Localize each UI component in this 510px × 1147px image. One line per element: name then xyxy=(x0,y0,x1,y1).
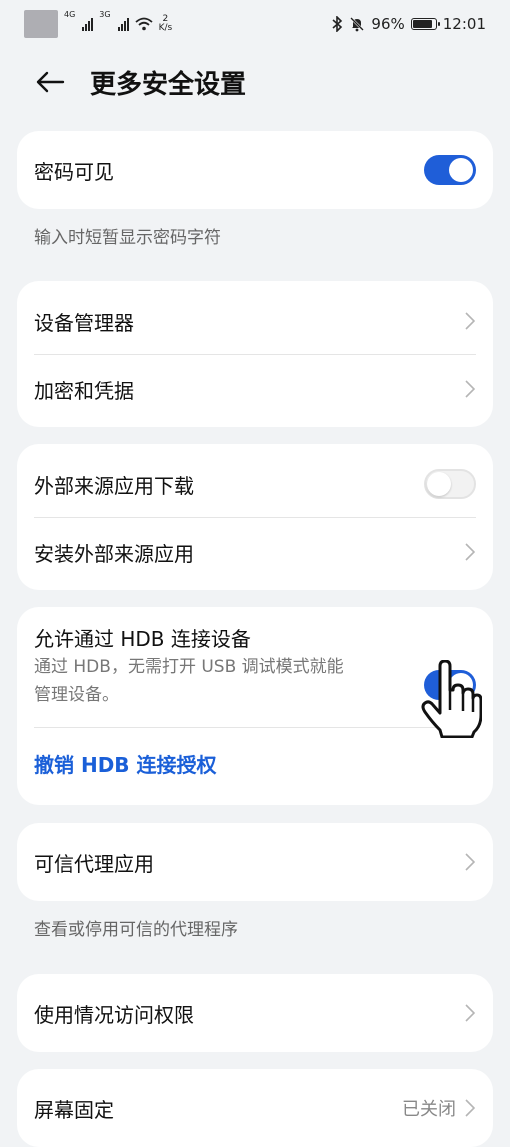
chevron-right-icon xyxy=(464,1098,476,1118)
chevron-right-icon xyxy=(464,379,476,399)
status-left: 4G 3G 2 K/s xyxy=(24,10,172,38)
device-manager-label: 设备管理器 xyxy=(34,310,134,335)
trust-agents-row[interactable]: 可信代理应用 xyxy=(17,823,493,901)
usage-access-label: 使用情况访问权限 xyxy=(34,1002,194,1027)
bluetooth-icon xyxy=(332,16,343,32)
hdb-row[interactable]: 允许通过 HDB 连接设备 通过 HDB，无需打开 USB 调试模式就能 管理设… xyxy=(34,625,476,725)
revoke-hdb-row[interactable]: 撤销 HDB 连接授权 xyxy=(17,729,493,797)
network-type-2: 3G xyxy=(99,10,111,19)
encryption-row[interactable]: 加密和凭据 xyxy=(17,355,493,423)
network-type-1: 4G xyxy=(64,10,76,19)
divider xyxy=(34,727,476,728)
status-bar: 4G 3G 2 K/s 96% 12:01 xyxy=(0,0,510,48)
password-visible-row[interactable]: 密码可见 xyxy=(17,131,493,209)
device-card: 设备管理器 加密和凭据 xyxy=(17,281,493,427)
screen-pinning-value: 已关闭 xyxy=(402,1099,456,1120)
external-sources-card: 外部来源应用下载 安装外部来源应用 xyxy=(17,444,493,590)
title-bar: 更多安全设置 xyxy=(0,56,510,108)
chevron-right-icon xyxy=(464,311,476,331)
password-visible-card: 密码可见 xyxy=(17,131,493,209)
revoke-hdb-link[interactable]: 撤销 HDB 连接授权 xyxy=(34,749,217,778)
external-download-toggle[interactable] xyxy=(424,469,476,499)
screen-pinning-label: 屏幕固定 xyxy=(34,1097,114,1122)
screen-pinning-row[interactable]: 屏幕固定 已关闭 xyxy=(17,1069,493,1147)
hdb-label: 允许通过 HDB 连接设备 xyxy=(34,627,251,651)
screen-pinning-card: 屏幕固定 已关闭 xyxy=(17,1069,493,1147)
mute-bell-icon xyxy=(350,17,365,32)
usage-access-row[interactable]: 使用情况访问权限 xyxy=(17,974,493,1052)
device-manager-row[interactable]: 设备管理器 xyxy=(17,287,493,355)
chevron-right-icon xyxy=(464,1003,476,1023)
password-visible-description: 输入时短暂显示密码字符 xyxy=(34,228,221,248)
battery-percent: 96% xyxy=(371,15,405,33)
trust-agents-card: 可信代理应用 xyxy=(17,823,493,901)
back-button[interactable] xyxy=(34,66,66,98)
hdb-description-line2: 管理设备。 xyxy=(34,685,119,705)
external-download-row[interactable]: 外部来源应用下载 xyxy=(17,450,493,518)
install-external-row[interactable]: 安装外部来源应用 xyxy=(17,518,493,586)
hdb-description-line1: 通过 HDB，无需打开 USB 调试模式就能 xyxy=(34,657,344,677)
trust-agents-description: 查看或停用可信的代理程序 xyxy=(34,920,238,940)
external-download-label: 外部来源应用下载 xyxy=(34,473,194,498)
notification-placeholder xyxy=(24,10,58,38)
install-external-label: 安装外部来源应用 xyxy=(34,541,194,566)
password-visible-toggle[interactable] xyxy=(424,155,476,185)
chevron-right-icon xyxy=(464,542,476,562)
network-speed: 2 K/s xyxy=(159,15,173,33)
signal-icon xyxy=(82,17,94,31)
toggle-knob xyxy=(449,158,473,182)
signal-icon-2 xyxy=(117,17,129,31)
toggle-knob xyxy=(427,472,451,496)
clock: 12:01 xyxy=(442,15,486,33)
speed-unit: K/s xyxy=(158,23,173,33)
hand-pointer-icon xyxy=(421,660,482,738)
page-title: 更多安全设置 xyxy=(90,69,247,100)
usage-access-card: 使用情况访问权限 xyxy=(17,974,493,1052)
trust-agents-label: 可信代理应用 xyxy=(34,851,154,876)
screen-pinning-value-group: 已关闭 xyxy=(402,1095,476,1121)
chevron-right-icon xyxy=(464,852,476,872)
battery-icon xyxy=(410,18,440,30)
password-visible-label: 密码可见 xyxy=(34,159,114,184)
status-right: 96% 12:01 xyxy=(331,15,486,33)
back-arrow-icon xyxy=(36,71,65,93)
wifi-icon xyxy=(135,17,153,31)
encryption-label: 加密和凭据 xyxy=(34,378,134,403)
